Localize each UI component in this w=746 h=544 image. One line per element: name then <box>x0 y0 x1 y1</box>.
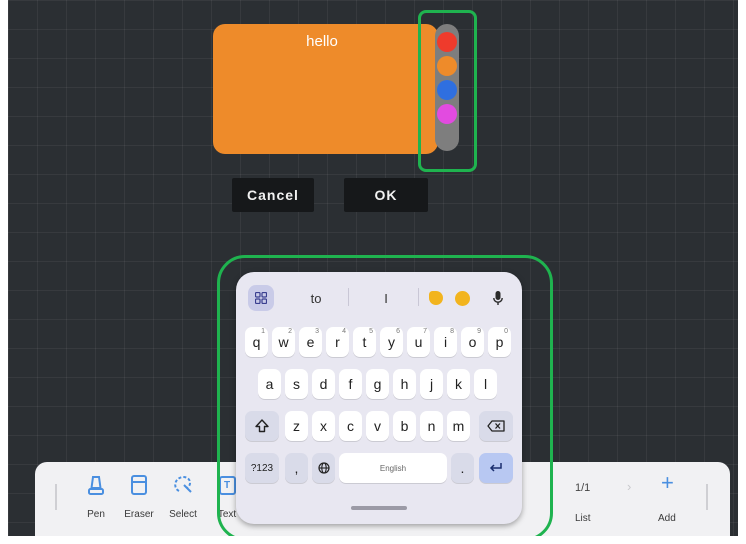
highlight-palette-outline <box>418 10 477 172</box>
pen-icon <box>74 470 118 500</box>
cancel-button[interactable]: Cancel <box>232 178 314 212</box>
tool-pen-label: Pen <box>87 509 105 520</box>
highlight-keyboard-outline <box>217 255 553 536</box>
list-button-label[interactable]: List <box>575 513 591 524</box>
add-icon[interactable]: + <box>661 472 674 494</box>
whiteboard-canvas[interactable]: hello Cancel OK Pen Eraser Select T Text… <box>8 0 738 536</box>
tool-eraser[interactable]: Eraser <box>117 470 161 520</box>
add-button-label[interactable]: Add <box>658 513 676 524</box>
tool-pen[interactable]: Pen <box>74 470 118 520</box>
toolbar-divider <box>55 484 57 510</box>
sticky-note-card[interactable]: hello <box>213 24 438 154</box>
page-indicator: 1/1 <box>575 482 591 494</box>
tool-eraser-label: Eraser <box>124 509 154 520</box>
tool-select[interactable]: Select <box>161 470 205 520</box>
lasso-select-icon <box>161 470 205 500</box>
next-page-icon[interactable]: › <box>627 479 631 494</box>
tool-select-label: Select <box>169 509 197 520</box>
note-text[interactable]: hello <box>213 33 431 50</box>
eraser-icon <box>117 470 161 500</box>
ok-button[interactable]: OK <box>344 178 428 212</box>
toolbar-divider <box>706 484 708 510</box>
